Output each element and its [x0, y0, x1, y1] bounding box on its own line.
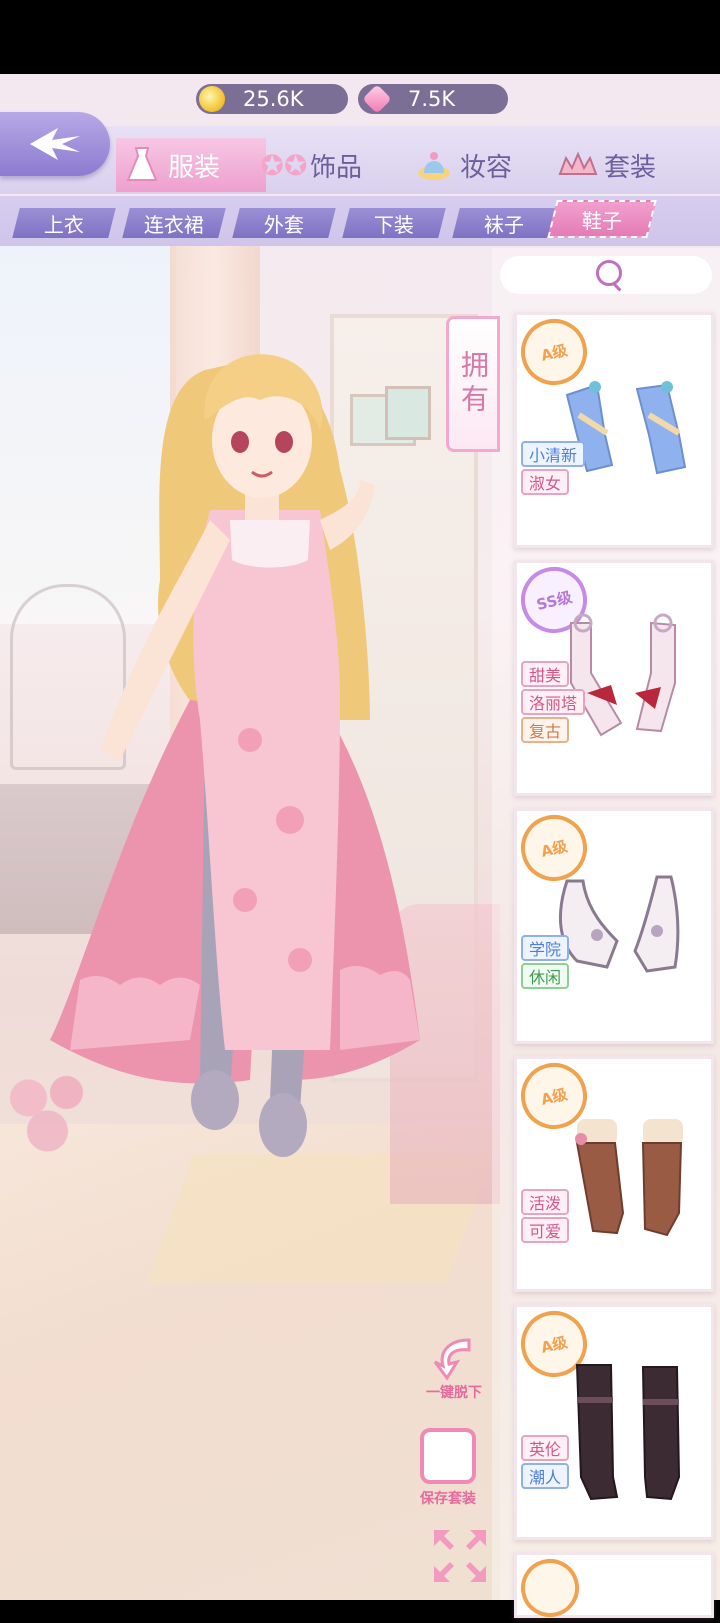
shoe-image [565, 381, 687, 475]
search-icon[interactable] [596, 260, 622, 286]
subtab-bottoms[interactable]: 下装 [342, 208, 446, 238]
subtab-tops[interactable]: 上衣 [12, 208, 116, 238]
shoe-image [575, 1119, 683, 1237]
shoe-image [575, 1364, 681, 1501]
tiara-icon [558, 145, 598, 185]
style-tag: 小清新 [521, 441, 586, 467]
style-tag: 可爱 [521, 1217, 570, 1243]
save-outfit-icon [420, 1428, 476, 1484]
dress-icon [122, 145, 162, 185]
item-card[interactable]: SS级 甜美 洛丽塔 复古 [513, 559, 714, 796]
subtab-dresses[interactable]: 连衣裙 [122, 208, 226, 238]
gem-icon [362, 84, 392, 114]
tab-accessories[interactable]: ✪✪ 饰品 [260, 138, 362, 192]
item-card[interactable] [514, 1552, 714, 1623]
back-button[interactable] [0, 112, 110, 176]
character-avatar[interactable] [40, 280, 460, 1200]
style-tag: 复古 [521, 717, 570, 743]
subtab-socks[interactable]: 袜子 [452, 208, 556, 238]
coin-counter[interactable]: 25.6K [196, 84, 348, 114]
style-tag: 洛丽塔 [521, 689, 586, 715]
style-tag: 淑女 [521, 469, 570, 495]
tab-makeup[interactable]: 妆容 [414, 138, 512, 192]
item-card[interactable]: A级 学院 休闲 [513, 807, 714, 1044]
owned-filter-tab[interactable]: 拥有 [446, 316, 500, 452]
style-tag: 学院 [521, 935, 570, 961]
stars-icon: ✪✪ [260, 148, 308, 182]
expand-icon [434, 1530, 486, 1582]
status-bar [0, 0, 720, 74]
coin-icon [199, 86, 225, 112]
subtab-outerwear[interactable]: 外套 [232, 208, 336, 238]
subtab-shoes[interactable]: 鞋子 [547, 200, 657, 238]
gem-counter[interactable]: 7.5K [358, 84, 508, 114]
tab-outfits[interactable]: 套装 [558, 138, 656, 192]
undo-arrow-icon [433, 1338, 471, 1381]
style-tag: 甜美 [521, 661, 570, 687]
fullscreen-button[interactable] [430, 1526, 490, 1586]
style-tag: 潮人 [521, 1463, 570, 1489]
hat-icon [414, 145, 454, 185]
tab-clothing[interactable]: 服装 [116, 138, 266, 192]
style-tag: 休闲 [521, 963, 570, 989]
shoe-image [570, 613, 676, 737]
undress-button[interactable]: 一键脱下 [426, 1332, 482, 1402]
save-outfit-button[interactable]: 保存套装 [420, 1428, 476, 1508]
style-tag: 英伦 [521, 1435, 570, 1461]
shoe-image [558, 875, 680, 973]
item-card[interactable]: A级 英伦 潮人 [513, 1303, 714, 1540]
item-card[interactable]: A级 活泼 可爱 [513, 1055, 714, 1292]
grade-badge [514, 1552, 586, 1623]
item-card[interactable]: A级 小清新 淑女 [513, 311, 714, 548]
back-arrow-icon [30, 128, 80, 160]
style-tag: 活泼 [521, 1189, 570, 1215]
